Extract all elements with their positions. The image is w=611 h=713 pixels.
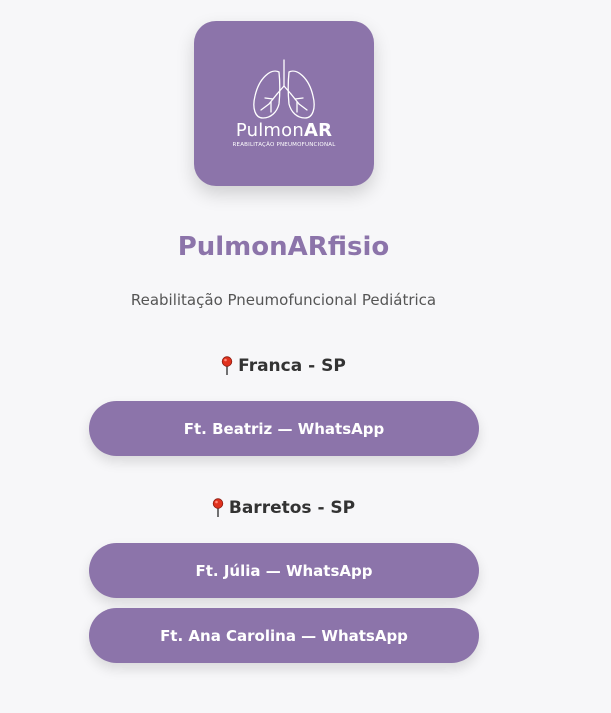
logo-wordmark: PulmonAR	[235, 120, 333, 141]
whatsapp-button-ana-carolina[interactable]: Ft. Ana Carolina — WhatsApp	[89, 608, 479, 663]
logo: PulmonAR Reabilitação Pneumofuncional	[194, 21, 374, 186]
location-name: Barretos - SP	[228, 498, 356, 518]
brand-title: PulmonARfisio	[177, 232, 390, 262]
round-pushpin-icon	[212, 498, 224, 517]
location-name: Franca - SP	[238, 356, 346, 376]
lungs-icon	[253, 59, 315, 119]
location-heading-franca: Franca - SP	[0, 356, 567, 376]
whatsapp-button-beatriz[interactable]: Ft. Beatriz — WhatsApp	[89, 401, 479, 456]
brand-subtitle: Reabilitação Pneumofuncional Pediátrica	[130, 291, 437, 309]
location-heading-barretos: Barretos - SP	[0, 498, 567, 518]
round-pushpin-icon	[221, 356, 233, 375]
whatsapp-button-julia[interactable]: Ft. Júlia — WhatsApp	[89, 543, 479, 598]
logo-tagline: Reabilitação Pneumofuncional	[232, 142, 336, 148]
page: PulmonAR Reabilitação Pneumofuncional Pu…	[0, 0, 611, 713]
